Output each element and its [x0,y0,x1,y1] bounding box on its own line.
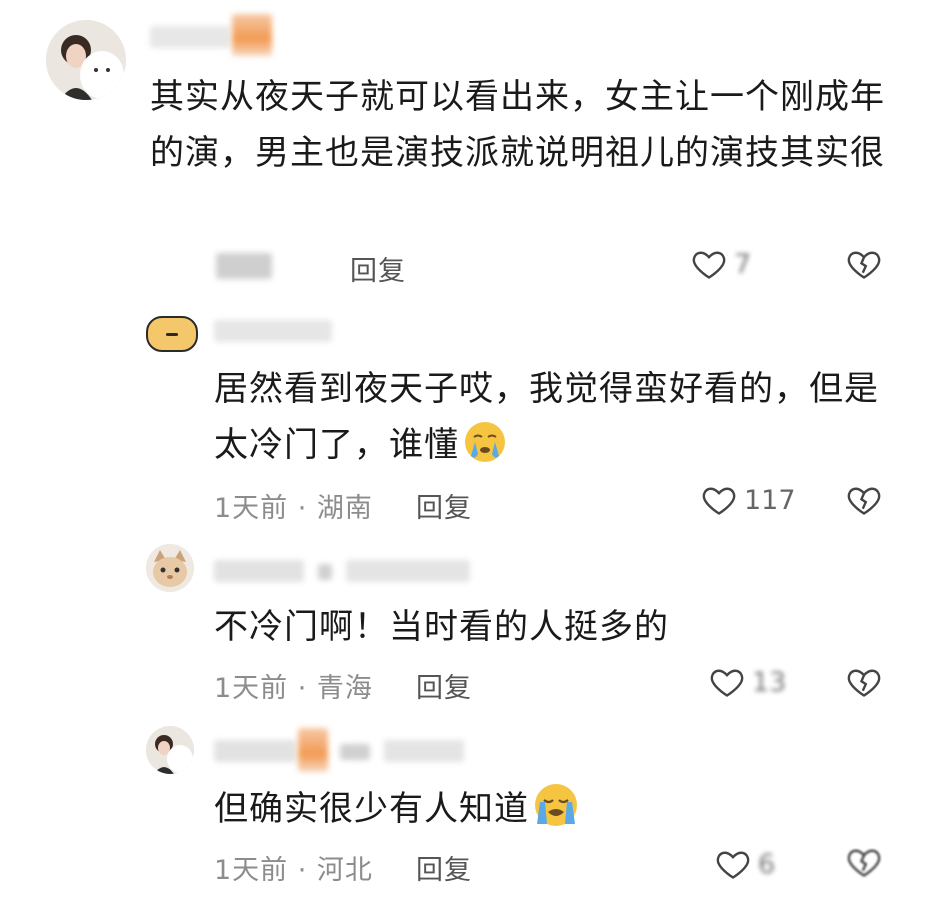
like-button[interactable]: 6 [714,846,775,882]
user-tag-blurred [318,564,332,580]
user-badge-blurred [298,728,328,772]
user-extra-blurred [384,740,464,762]
avatar[interactable] [146,726,194,774]
comment-meta: 1天前 · 河北 [214,855,373,886]
like-button[interactable]: 7 [690,246,751,282]
comment-2: 居然看到夜天子哎，我觉得蛮好看的，但是 太冷门了，谁懂 1天前 · 湖南 回复 … [0,300,938,530]
heart-outline-icon [716,851,750,879]
like-button[interactable]: 117 [700,482,796,518]
user-badge-blurred [232,14,272,56]
comment-meta-blurred [216,253,272,279]
broken-heart-icon[interactable] [845,482,883,518]
comment-text: 但确实很少有人知道 [214,782,579,834]
avatar[interactable] [46,20,126,100]
crying-face-emoji [465,422,505,462]
avatar[interactable] [146,316,198,352]
user-tag-blurred [340,744,370,760]
heart-outline-icon [702,487,736,515]
like-count-blurred: 7 [734,248,752,280]
comment-meta: 1天前 · 湖南 [214,493,373,524]
avatar[interactable] [146,544,194,592]
loudly-crying-face-emoji [535,784,577,826]
user-extra-blurred [346,560,470,582]
username-blurred[interactable] [214,560,304,582]
reply-button[interactable]: 回复 [416,848,472,887]
comment-1: 其实从夜天子就可以看出来，女主让一个刚成年 的演，男主也是演技派就说明祖儿的演技… [0,0,938,300]
broken-heart-icon[interactable] [845,844,883,880]
like-count: 117 [744,484,796,516]
heart-outline-icon [710,669,744,697]
like-count-blurred: 6 [758,848,776,880]
broken-heart-icon[interactable] [845,664,883,700]
comment-4: 但确实很少有人知道 1天前 · 河北 回复 6 [0,710,938,904]
comment-3: 不冷门啊！当时看的人挺多的 1天前 · 青海 回复 13 [0,530,938,710]
heart-outline-icon [692,251,726,279]
comment-text-line-1: 其实从夜天子就可以看出来，女主让一个刚成年 [150,77,885,117]
broken-heart-icon[interactable] [845,246,883,282]
comment-text-line-1: 居然看到夜天子哎，我觉得蛮好看的，但是 [214,369,879,409]
comment-text-line-2: 太冷门了，谁懂 [214,420,507,470]
comment-text-line-2: 的演，男主也是演技派就说明祖儿的演技其实很 [150,133,885,173]
like-button[interactable]: 13 [708,664,786,700]
username-blurred[interactable] [150,26,230,48]
like-count-blurred: 13 [752,666,787,698]
username-blurred[interactable] [214,740,296,762]
reply-button[interactable]: 回复 [350,249,406,288]
reply-button[interactable]: 回复 [416,486,472,525]
reply-button[interactable]: 回复 [416,666,472,705]
comment-text: 不冷门啊！当时看的人挺多的 [214,607,669,647]
username-blurred[interactable] [214,320,332,342]
comment-meta: 1天前 · 青海 [214,673,373,704]
